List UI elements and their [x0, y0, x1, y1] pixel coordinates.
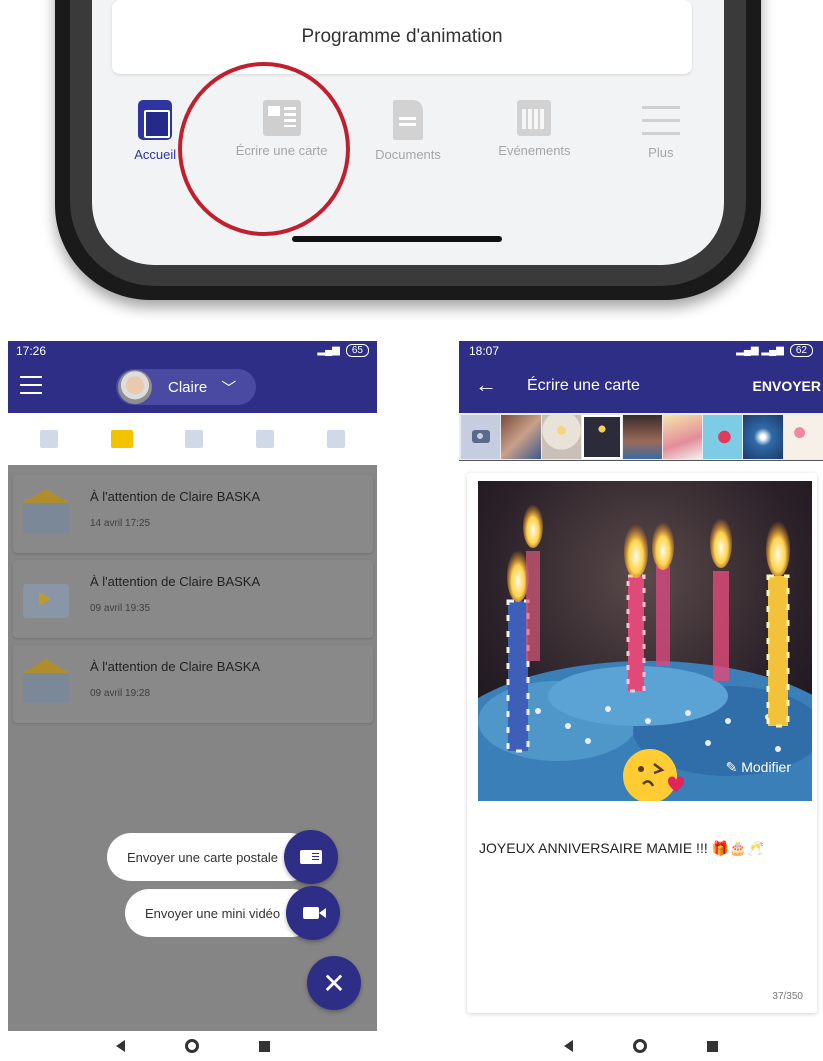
- menu-icon: [641, 106, 680, 138]
- home-circle-icon[interactable]: [633, 1039, 647, 1053]
- image-thumbnail[interactable]: [662, 414, 703, 459]
- back-arrow-icon[interactable]: ←: [475, 372, 497, 398]
- android-nav-bar: [8, 1031, 377, 1061]
- image-thumbnail[interactable]: [703, 414, 743, 459]
- close-fab-button[interactable]: ✕: [307, 956, 361, 1010]
- signal-icon: ▂▄▆ ▂▄▆: [736, 345, 784, 356]
- image-picker-strip: [459, 413, 823, 461]
- character-counter: 37/350: [772, 991, 803, 1002]
- programme-card[interactable]: Programme d'animation: [112, 0, 692, 74]
- message-title: À l'attention de Claire BASKA: [90, 659, 261, 674]
- status-time: 18:07: [469, 343, 500, 358]
- image-thumbnail[interactable]: [783, 414, 823, 459]
- calendar-icon[interactable]: [185, 430, 204, 448]
- message-title: À l'attention de Claire BASKA: [90, 489, 261, 504]
- home-circle-icon[interactable]: [184, 1039, 199, 1053]
- chevron-down-icon: ﹀: [221, 379, 237, 397]
- inbox-screen: 17:26 ▂▄▆ 65 Claire ﹀ À l'attention de C…: [8, 341, 377, 1061]
- message-title: À l'attention de Claire BASKA: [90, 574, 261, 589]
- message-date: 09 avril 19:28: [90, 688, 151, 699]
- highlight-circle: [178, 62, 350, 236]
- send-button[interactable]: ENVOYER: [753, 378, 821, 394]
- recent-apps-icon[interactable]: [258, 1040, 270, 1052]
- tab-documents[interactable]: Documents: [345, 92, 471, 184]
- list-item[interactable]: À l'attention de Claire BASKA 09 avril 1…: [13, 645, 373, 723]
- pencil-icon: ✎: [725, 759, 742, 775]
- send-postcard-action[interactable]: Envoyer une carte postale: [107, 830, 339, 884]
- signal-icon: ▂▄▆: [317, 345, 340, 356]
- document-icon[interactable]: [256, 430, 275, 448]
- message-list: À l'attention de Claire BASKA 14 avril 1…: [8, 465, 377, 1032]
- image-thumbnail[interactable]: [541, 414, 581, 459]
- envelope-icon: [23, 489, 69, 533]
- hamburger-icon[interactable]: [20, 376, 42, 394]
- video-icon: [23, 584, 69, 618]
- avatar: [118, 370, 152, 404]
- phone-photo: Programme d'animation Accueil Écrire une…: [0, 0, 823, 320]
- app-bar: ← Écrire une carte ENVOYER: [459, 360, 823, 413]
- send-video-button[interactable]: [286, 886, 341, 940]
- status-bar: 17:26 ▂▄▆ 65: [8, 341, 377, 360]
- send-postcard-button[interactable]: [284, 830, 339, 884]
- message-date: 09 avril 19:35: [90, 603, 151, 614]
- calendar-icon: [517, 100, 552, 136]
- battery-icon: 65: [345, 344, 369, 357]
- image-thumbnail[interactable]: [501, 414, 541, 459]
- app-bar: Claire ﹀: [8, 360, 377, 413]
- modify-button[interactable]: ✎ Modifier: [726, 759, 791, 776]
- page-title: Écrire une carte: [527, 377, 640, 394]
- camera-icon: [471, 430, 490, 443]
- write-card-screen: 18:07 ▂▄▆ ▂▄▆ 62 ← Écrire une carte ENVO…: [459, 341, 823, 1061]
- camera-button[interactable]: [461, 414, 501, 459]
- status-time: 17:26: [16, 343, 47, 358]
- document-icon: [393, 100, 424, 140]
- home-indicator[interactable]: [292, 236, 502, 242]
- send-video-action[interactable]: Envoyer une mini vidéo: [125, 886, 341, 940]
- user-name: Claire: [168, 378, 208, 396]
- tab-label: Plus: [648, 145, 674, 160]
- list-item[interactable]: À l'attention de Claire BASKA 14 avril 1…: [13, 475, 373, 553]
- birthday-candles-image: [478, 481, 812, 801]
- image-thumbnail[interactable]: [622, 414, 662, 459]
- card-editor: ✎ Modifier JOYEUX ANNIVERSAIRE MAMIE !!!…: [467, 473, 817, 1013]
- message-date: 14 avril 17:25: [90, 518, 151, 529]
- postcard-icon: [300, 850, 323, 864]
- tab-plus[interactable]: Plus: [598, 92, 724, 184]
- tab-label: Accueil: [134, 147, 177, 162]
- android-nav-bar: [459, 1031, 823, 1061]
- back-icon[interactable]: [115, 1040, 125, 1052]
- image-thumbnail[interactable]: [581, 414, 622, 459]
- card-message-text[interactable]: JOYEUX ANNIVERSAIRE MAMIE !!! 🎁🎂🥂: [479, 840, 764, 857]
- contact-icon[interactable]: [326, 430, 345, 448]
- card-icon[interactable]: [110, 430, 133, 448]
- back-icon[interactable]: [564, 1040, 573, 1052]
- list-item[interactable]: À l'attention de Claire BASKA 09 avril 1…: [13, 560, 373, 638]
- card-photo[interactable]: [478, 481, 812, 801]
- envelope-icon: [23, 659, 69, 703]
- category-icon-row: [8, 413, 377, 465]
- user-selector[interactable]: Claire ﹀: [116, 369, 256, 405]
- recent-apps-icon[interactable]: [707, 1040, 718, 1052]
- image-thumbnail[interactable]: [743, 414, 783, 459]
- home-icon[interactable]: [40, 430, 59, 448]
- tab-label: Evénements: [498, 143, 571, 158]
- send-postcard-label[interactable]: Envoyer une carte postale: [107, 833, 315, 881]
- video-camera-icon: [303, 907, 320, 919]
- close-icon: ✕: [322, 967, 346, 999]
- home-icon: [138, 100, 173, 140]
- modify-label: Modifier: [741, 759, 791, 775]
- status-bar: 18:07 ▂▄▆ ▂▄▆ 62: [459, 341, 823, 360]
- composite-screenshot: Programme d'animation Accueil Écrire une…: [0, 0, 823, 1061]
- tab-evenements[interactable]: Evénements: [471, 92, 597, 184]
- battery-icon: 62: [789, 344, 813, 357]
- tab-label: Documents: [375, 147, 441, 162]
